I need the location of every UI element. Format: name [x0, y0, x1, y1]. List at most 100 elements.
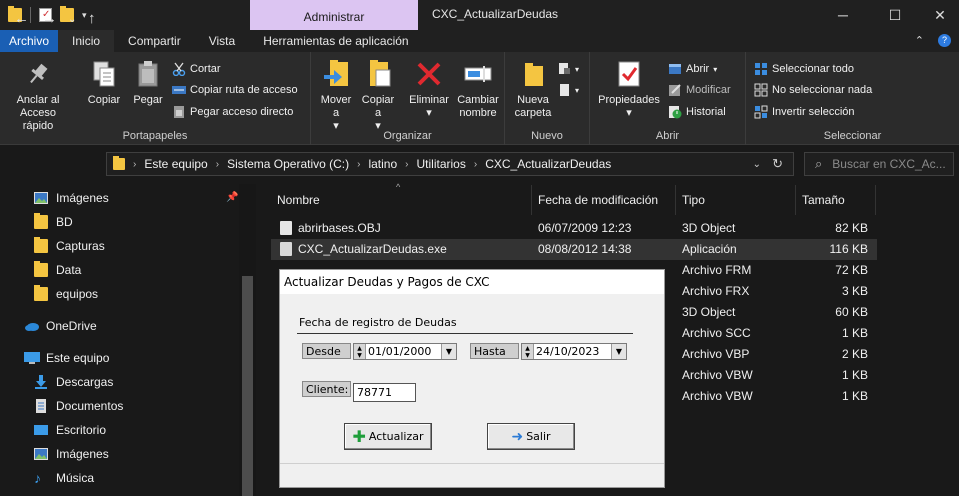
- copiar-button[interactable]: Copiar: [84, 58, 124, 107]
- ribbon-tab-bar: Archivo Inicio Compartir Vista Herramien…: [0, 30, 959, 52]
- document-icon: [34, 399, 48, 413]
- column-header-fecha[interactable]: Fecha de modificación: [532, 185, 676, 215]
- context-tab-administrar[interactable]: Administrar: [250, 0, 418, 30]
- back-arrow-icon[interactable]: ←: [14, 10, 29, 27]
- tab-archivo[interactable]: Archivo: [0, 30, 59, 52]
- table-row[interactable]: abrirbases.OBJ 06/07/2009 12:23 3D Objec…: [271, 218, 877, 239]
- ribbon: Anclar al Acceso rápido Copiar Pegar Cor…: [0, 52, 959, 145]
- sidebar-item-onedrive[interactable]: OneDrive: [24, 315, 97, 337]
- copiar-a-button[interactable]: Copiar a ▾: [359, 58, 397, 133]
- organizar-group-label: Organizar: [383, 130, 432, 142]
- chevron-right-icon[interactable]: ›: [405, 159, 408, 170]
- column-header-nombre[interactable]: Nombre: [271, 185, 532, 215]
- sidebar-item-descargas[interactable]: Descargas: [34, 371, 113, 393]
- propiedades-label: Propiedades ▾: [598, 94, 660, 119]
- hasta-value[interactable]: 24/10/2023: [534, 345, 611, 358]
- abrir-label: Abrir: [686, 63, 710, 75]
- forward-arrow-icon[interactable]: →: [42, 10, 57, 27]
- actualizar-deudas-dialog: Actualizar Deudas y Pagos de CXC Fecha d…: [279, 269, 665, 488]
- sidebar-scrollbar-thumb[interactable]: [242, 276, 253, 496]
- abrir-button[interactable]: Abrir ▾: [668, 60, 717, 78]
- navigation-pane: Imágenes 📌 BD Capturas Data equipos OneD…: [0, 184, 258, 496]
- historial-button[interactable]: Historial: [668, 103, 726, 121]
- modificar-button[interactable]: Modificar: [668, 81, 731, 99]
- breadcrumb-cxc-actualizardeudas[interactable]: CXC_ActualizarDeudas: [485, 157, 611, 171]
- sidebar-item-musica[interactable]: ♪ Música: [34, 467, 94, 489]
- help-icon[interactable]: ?: [938, 34, 951, 47]
- column-header-tipo[interactable]: Tipo: [676, 185, 796, 215]
- search-box[interactable]: ⌕ Buscar en CXC_Ac...: [804, 152, 954, 176]
- propiedades-button[interactable]: Propiedades ▾: [596, 58, 662, 120]
- group-abrir: Propiedades ▾ Abrir ▾ Modificar Historial…: [590, 52, 746, 145]
- anclar-button[interactable]: Anclar al Acceso rápido: [6, 58, 70, 133]
- close-button[interactable]: ✕: [917, 0, 959, 30]
- tab-vista[interactable]: Vista: [195, 30, 249, 52]
- cloud-icon: [24, 319, 39, 333]
- cortar-button[interactable]: Cortar: [172, 60, 221, 78]
- search-icon: ⌕: [815, 156, 823, 171]
- chevron-right-icon[interactable]: ›: [474, 159, 477, 170]
- collapse-ribbon-icon[interactable]: ⌃: [915, 34, 924, 47]
- chevron-right-icon[interactable]: ›: [216, 159, 219, 170]
- modificar-label: Modificar: [686, 84, 731, 96]
- breadcrumb-utilitarios[interactable]: Utilitarios: [417, 157, 466, 171]
- hasta-dropdown-icon[interactable]: ▼: [611, 344, 626, 359]
- pegar-button[interactable]: Pegar: [128, 58, 168, 107]
- breadcrumb-sistema-operativo[interactable]: Sistema Operativo (C:): [227, 157, 349, 171]
- tab-compartir[interactable]: Compartir: [114, 30, 195, 52]
- desde-date-picker[interactable]: ▲ ▼ 01/01/2000 ▼: [353, 343, 457, 360]
- sidebar-item-imagenes[interactable]: Imágenes: [34, 443, 109, 465]
- sidebar-item-equipos[interactable]: equipos: [34, 283, 98, 305]
- recent-locations-icon[interactable]: ⌄: [68, 14, 76, 25]
- salir-button[interactable]: ➜ Salir: [487, 423, 575, 450]
- mover-a-button[interactable]: Mover a ▾: [317, 58, 355, 133]
- hasta-spinner-icon[interactable]: ▲ ▼: [522, 344, 534, 359]
- nueva-carpeta-button[interactable]: Nueva carpeta: [511, 58, 555, 120]
- refresh-icon[interactable]: ↻: [772, 156, 783, 172]
- address-dropdown-icon[interactable]: ⌄: [753, 159, 761, 170]
- sidebar-item-documentos[interactable]: Documentos: [34, 395, 123, 417]
- sidebar-item-label: Data: [56, 263, 82, 277]
- breadcrumb-latino[interactable]: latino: [368, 157, 397, 171]
- hasta-date-picker[interactable]: ▲ ▼ 24/10/2023 ▼: [521, 343, 627, 360]
- pegar-acceso-button[interactable]: Pegar acceso directo: [172, 103, 293, 121]
- desde-dropdown-icon[interactable]: ▼: [441, 344, 456, 359]
- chevron-right-icon[interactable]: ›: [357, 159, 360, 170]
- file-name: CXC_ActualizarDeudas.exe: [298, 242, 447, 256]
- folder-icon: [34, 213, 48, 229]
- copiar-ruta-button[interactable]: Copiar ruta de acceso: [172, 81, 298, 99]
- up-arrow-icon[interactable]: ↑: [88, 10, 96, 27]
- no-seleccionar-button[interactable]: No seleccionar nada: [754, 81, 872, 99]
- tab-inicio[interactable]: Inicio: [58, 30, 115, 52]
- desde-value[interactable]: 01/01/2000: [366, 345, 441, 358]
- invertir-seleccion-button[interactable]: Invertir selección: [754, 103, 855, 121]
- minimize-button[interactable]: ─: [820, 0, 866, 30]
- tab-herramientas[interactable]: Herramientas de aplicación: [249, 30, 422, 52]
- acceso-facil-button[interactable]: ▾: [557, 81, 579, 99]
- sidebar-item-escritorio[interactable]: Escritorio: [34, 419, 106, 441]
- address-bar[interactable]: › Este equipo › Sistema Operativo (C:) ›…: [106, 152, 794, 176]
- cliente-input[interactable]: 78771: [353, 383, 416, 402]
- scissors-icon: [172, 62, 186, 77]
- pin-icon[interactable]: 📌: [226, 192, 238, 203]
- breadcrumb-este-equipo[interactable]: Este equipo: [144, 157, 207, 171]
- column-header-tamano[interactable]: Tamaño: [796, 185, 876, 215]
- sidebar-item-bd[interactable]: BD: [34, 211, 73, 233]
- cambiar-nombre-button[interactable]: Cambiar nombre: [453, 58, 503, 120]
- sidebar-item-imagenes-quick[interactable]: Imágenes: [34, 187, 109, 209]
- sidebar-item-data[interactable]: Data: [34, 259, 81, 281]
- sidebar-item-este-equipo[interactable]: Este equipo: [24, 347, 109, 369]
- desde-spinner-icon[interactable]: ▲ ▼: [354, 344, 366, 359]
- file-date: 06/07/2009 12:23: [538, 221, 632, 235]
- chevron-right-icon[interactable]: ›: [133, 159, 136, 170]
- images-icon: [34, 447, 48, 461]
- maximize-button[interactable]: ☐: [872, 0, 918, 30]
- seleccionar-todo-button[interactable]: Seleccionar todo: [754, 60, 854, 78]
- nuevo-elemento-button[interactable]: ▾: [557, 60, 579, 78]
- sidebar-item-capturas[interactable]: Capturas: [34, 235, 105, 257]
- qat-dropdown-icon[interactable]: ▾: [82, 10, 87, 21]
- actualizar-button[interactable]: ✚ Actualizar: [344, 423, 432, 450]
- new-folder-icon: [517, 58, 549, 90]
- table-row[interactable]: CXC_ActualizarDeudas.exe 08/08/2012 14:3…: [271, 239, 877, 260]
- eliminar-button[interactable]: Eliminar ▾: [407, 58, 451, 120]
